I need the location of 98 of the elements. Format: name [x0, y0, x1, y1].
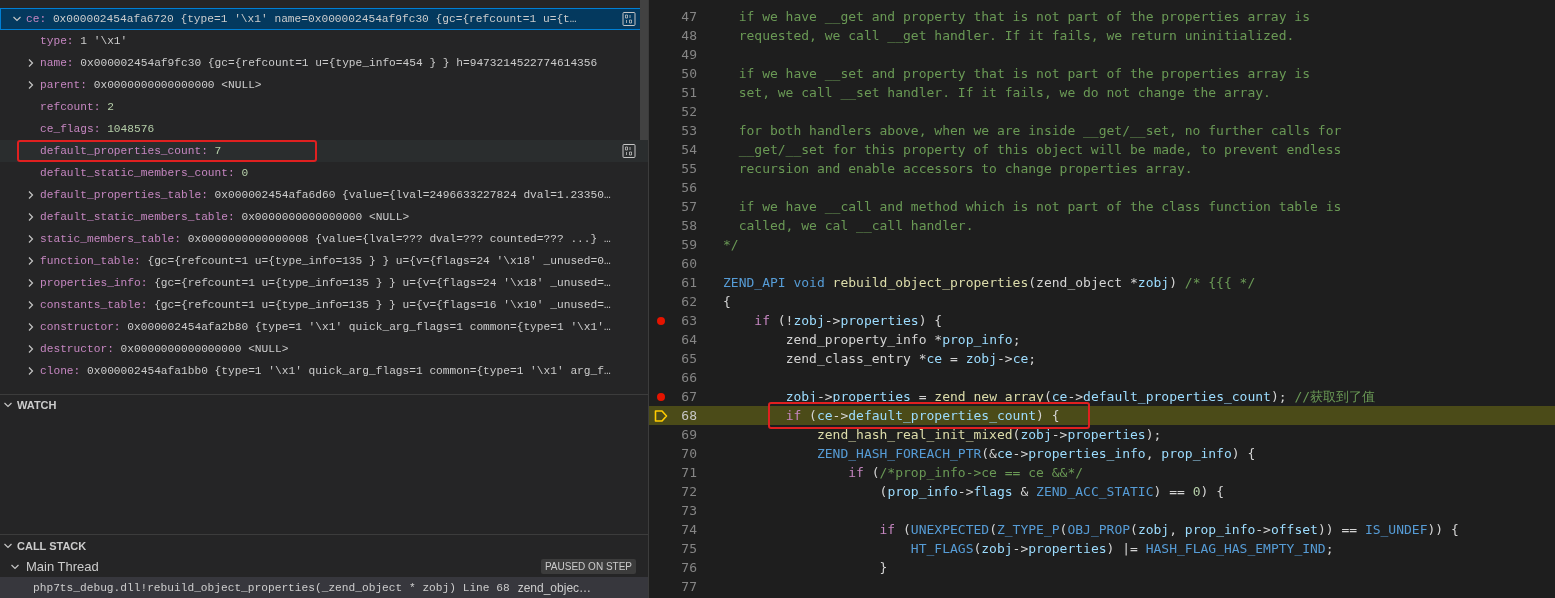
variable-entry[interactable]: clone: 0x000002454afa1bb0 {type=1 '\x1' quick_arg_flags=1 common={type=1 '\x1' arg_f…	[40, 365, 611, 377]
variable-entry[interactable]: name: 0x000002454af9fc30 {gc={refcount=1 u={type_info=454 } } h=9473214522774614356	[40, 57, 598, 69]
variable-entry[interactable]: default_static_members_table: 0x0000000000000000 <NULL>	[40, 211, 410, 223]
code-line: zend_class_entry *ce = zobj->ce;	[784, 351, 1037, 366]
line-number: 76	[680, 560, 697, 575]
code-line: if we have __set and property that is not part of the properties array is	[737, 66, 1310, 81]
chevron-icon[interactable]	[26, 190, 36, 200]
line-number: 64	[680, 332, 697, 347]
line-number: 59	[680, 237, 697, 252]
status-badge: PAUSED ON STEP	[540, 559, 636, 574]
thread-name[interactable]: Main Thread	[26, 559, 541, 574]
section-title: CALL STACK	[17, 539, 87, 552]
code-line: if (!zobj->properties) {	[753, 313, 943, 328]
chevron-icon[interactable]	[12, 14, 22, 24]
chevron-icon[interactable]	[26, 322, 36, 332]
line-number: 50	[680, 66, 697, 81]
code-line: if (/*prop_info->ce == ce &&*/	[847, 465, 1084, 480]
code-line: if (UNEXPECTED(Z_TYPE_P(OBJ_PROP(zobj, prop_info->offset)) == IS_UNDEF)) {	[878, 522, 1459, 537]
line-number: 49	[680, 47, 697, 62]
chevron-icon[interactable]	[26, 278, 36, 288]
code-line: called, we cal __call handler.	[737, 218, 974, 233]
line-number: 68	[680, 408, 697, 423]
code-line: ZEND_HASH_FOREACH_PTR(&ce->properties_info, prop_info) {	[815, 446, 1256, 461]
variable-entry[interactable]: function_table: {gc={refcount=1 u={type_info=135 } } u={v={flags=24 '\x18' _unused=0…	[40, 255, 611, 267]
line-number: 74	[680, 522, 697, 537]
chevron-icon[interactable]	[26, 58, 36, 68]
variable-entry[interactable]: static_members_table: 0x0000000000000008 {value={lval=??? dval=??? counted=??? ...} …	[40, 233, 611, 245]
variable-entry[interactable]: properties_info: {gc={refcount=1 u={type_info=135 } } u={v={flags=24 '\x18' _unused=…	[40, 277, 611, 289]
line-number: 65	[680, 351, 697, 366]
scrollbar[interactable]	[640, 0, 648, 140]
chevron-icon[interactable]	[26, 234, 36, 244]
binary-view-icon[interactable]	[622, 144, 636, 158]
stack-frame[interactable]: php7ts_debug.dll!rebuild_object_properties(_zend_object * zobj) Line 68 zend_objec…	[0, 577, 648, 598]
line-number: 47	[680, 9, 697, 24]
line-number: 67	[680, 389, 697, 404]
line-number: 51	[680, 85, 697, 100]
code-line: if we have __call and method which is not part of the class function table is	[737, 199, 1342, 214]
line-number: 71	[680, 465, 697, 480]
line-number: 56	[680, 180, 697, 195]
code-line: zobj->properties = zend_new_array(ce->default_properties_count); //获取到了值	[784, 387, 1376, 406]
variable-entry[interactable]: destructor: 0x0000000000000000 <NULL>	[40, 343, 289, 355]
code-line: requested, we call __get handler. If it fails, we return uninitialized.	[737, 28, 1295, 43]
section-header[interactable]: WATCH	[0, 394, 648, 416]
frame-function: php7ts_debug.dll!rebuild_object_properties(_zend_object * zobj) Line 68	[33, 581, 510, 594]
code-line: HT_FLAGS(zobj->properties) |= HASH_FLAG_HAS_EMPTY_IND;	[909, 541, 1334, 556]
code-line: zend_hash_real_init_mixed(zobj->properties);	[815, 427, 1162, 442]
chevron-icon[interactable]	[26, 366, 36, 376]
line-number: 69	[680, 427, 697, 442]
line-number: 55	[680, 161, 697, 176]
chevron-icon[interactable]	[26, 212, 36, 222]
line-number: 57	[680, 199, 697, 214]
line-number: 70	[680, 446, 697, 461]
line-number: 73	[680, 503, 697, 518]
code-line: }	[878, 560, 888, 575]
breakpoint-icon[interactable]	[657, 316, 665, 325]
chevron-icon[interactable]	[26, 344, 36, 354]
variable-entry[interactable]: default_static_members_count: 0	[40, 167, 249, 179]
line-number: 52	[680, 104, 697, 119]
line-number: 62	[680, 294, 697, 309]
variable-entry[interactable]: ce: 0x000002454afa6720 {type=1 '\x1' name=0x000002454af9fc30 {gc={refcount=1 u={t…	[26, 13, 577, 25]
frame-file: zend_objec…	[517, 580, 592, 595]
line-number: 75	[680, 541, 697, 556]
variable-entry[interactable]: refcount: 2	[40, 101, 114, 113]
variable-entry[interactable]: default_properties_count: 7	[40, 145, 222, 157]
code-line: {	[723, 294, 731, 309]
binary-view-icon[interactable]	[622, 12, 636, 26]
chevron-icon[interactable]	[26, 256, 36, 266]
line-number: 63	[680, 313, 697, 328]
line-number: 60	[680, 256, 697, 271]
chevron-icon[interactable]	[26, 80, 36, 90]
variable-entry[interactable]: default_properties_table: 0x000002454afa6d60 {value={lval=2496633227824 dval=1.23350…	[40, 189, 611, 201]
code-line: recursion and enable accessors to change properties array.	[737, 161, 1193, 176]
variable-entry[interactable]: type: 1 '\x1'	[40, 35, 128, 47]
line-number: 53	[680, 123, 697, 138]
code-line: __get/__set for this property of this object will be made, to prevent endless	[737, 142, 1342, 157]
code-line: zend_property_info *prop_info;	[784, 332, 1021, 347]
line-number: 77	[680, 579, 697, 594]
section-header[interactable]: CALL STACK	[0, 535, 648, 556]
code-line: set, we call __set handler. If it fails, we do not change the array.	[737, 85, 1271, 100]
line-number: 48	[680, 28, 697, 43]
section-title: WATCH	[17, 399, 57, 412]
line-number: 58	[680, 218, 697, 233]
line-number: 54	[680, 142, 697, 157]
chevron-icon[interactable]	[26, 300, 36, 310]
variable-entry[interactable]: parent: 0x0000000000000000 <NULL>	[40, 79, 262, 91]
variable-entry[interactable]: constants_table: {gc={refcount=1 u={type_info=135 } } u={v={flags=16 '\x10' _unused=…	[40, 299, 611, 311]
variable-entry[interactable]: ce_flags: 1048576	[40, 123, 155, 135]
line-number: 61	[680, 275, 697, 290]
code-line: ZEND_API void rebuild_object_properties(zend_object *zobj) /* {{{ */	[723, 275, 1256, 290]
line-number: 72	[680, 484, 697, 499]
code-line: (prop_info->flags & ZEND_ACC_STATIC) == 0) {	[878, 484, 1224, 499]
code-line: */	[723, 237, 739, 252]
breakpoint-icon[interactable]	[657, 392, 665, 401]
line-number: 66	[680, 370, 697, 385]
variable-entry[interactable]: constructor: 0x000002454afa2b80 {type=1 '\x1' quick_arg_flags=1 common={type=1 '\x1'…	[40, 321, 611, 333]
code-line: if (ce->default_properties_count) {	[723, 408, 1060, 423]
code-line: for both handlers above, when we are inside __get/__set, no further calls for	[737, 123, 1342, 138]
code-line: if we have __get and property that is not part of the properties array is	[737, 9, 1310, 24]
